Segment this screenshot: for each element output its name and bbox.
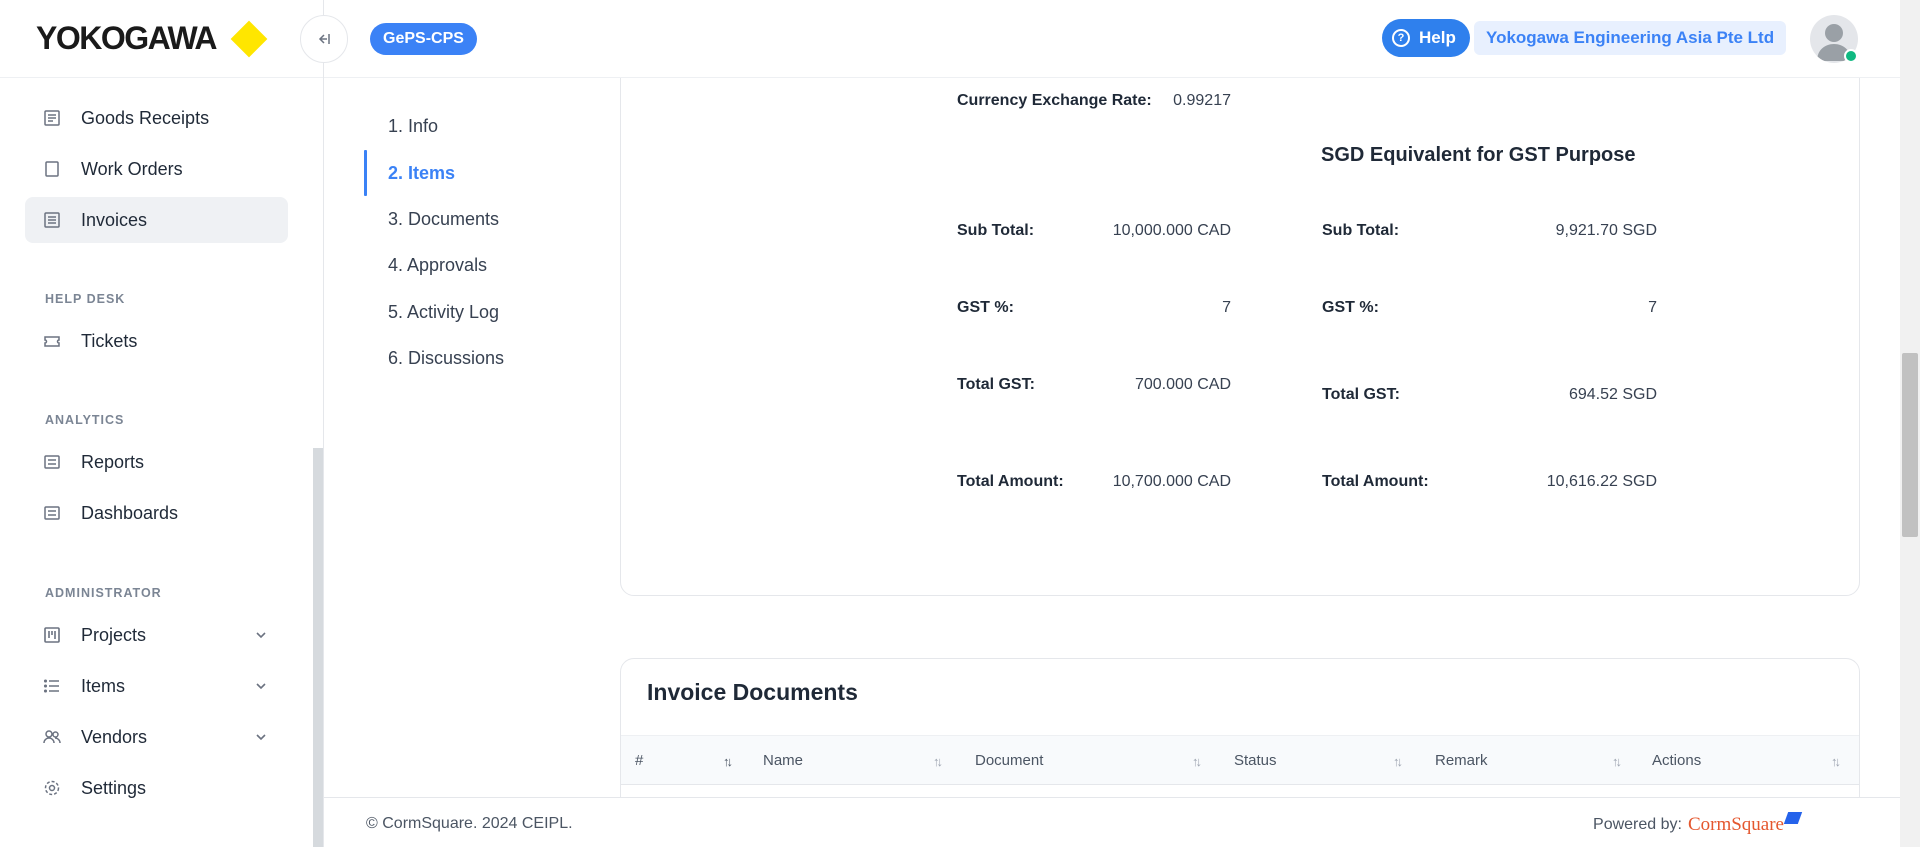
- sidebar-item-label: Items: [81, 675, 126, 696]
- sidebar-item-goods-receipts[interactable]: Goods Receipts: [25, 95, 288, 141]
- sort-icon[interactable]: ↑↓: [1393, 754, 1403, 769]
- column-header-actions[interactable]: Actions: [1652, 752, 1701, 769]
- column-header-remark[interactable]: Remark: [1435, 752, 1488, 769]
- gear-icon: [43, 779, 61, 797]
- total-gst-label: Total GST:: [957, 376, 1035, 393]
- column-header-number[interactable]: #: [635, 752, 643, 769]
- powered-by: Powered by: CormSquare: [1593, 812, 1803, 836]
- sidebar-item-settings[interactable]: Settings: [25, 765, 288, 811]
- sidebar-item-label: Settings: [81, 777, 147, 798]
- page-scrollbar-thumb[interactable]: [1902, 353, 1918, 537]
- cormsquare-logo-mark-icon: [1783, 812, 1803, 824]
- totals-card: Currency Exchange Rate: 0.99217 SGD Equi…: [620, 78, 1860, 596]
- app-name-badge[interactable]: GePS-CPS: [370, 23, 477, 55]
- total-gst-value: 700.000 CAD: [1134, 376, 1231, 393]
- documents-table-header: # ↑↓ Name ↑↓ Document ↑↓ Status ↑↓ Remar…: [621, 735, 1859, 785]
- sgd-total-amount-value: 10,616.22 SGD: [1546, 473, 1657, 490]
- gst-percent-value: 7: [1222, 299, 1231, 316]
- sidebar-item-label: Dashboards: [81, 502, 179, 523]
- sidebar-item-reports[interactable]: Reports: [25, 439, 288, 485]
- step-info[interactable]: 1. Info: [388, 116, 438, 137]
- step-discussions[interactable]: 6. Discussions: [388, 348, 504, 369]
- sort-asc-icon[interactable]: ↑↓: [723, 754, 733, 769]
- section-title-administrator: ADMINISTRATOR: [45, 586, 162, 600]
- section-title-analytics: ANALYTICS: [45, 413, 125, 427]
- sgd-gst-percent-label: GST %:: [1322, 299, 1379, 316]
- sgd-gst-percent-value: 7: [1648, 299, 1657, 316]
- sidebar-item-items[interactable]: Items: [25, 663, 288, 709]
- total-amount-value: 10,700.000 CAD: [1112, 473, 1231, 490]
- sidebar-item-dashboards[interactable]: Dashboards: [25, 490, 288, 536]
- active-step-indicator: [364, 150, 367, 196]
- gst-percent-label: GST %:: [957, 299, 1014, 316]
- logo-text: YOKOGAWA: [36, 20, 218, 56]
- kanban-icon: [43, 626, 61, 644]
- list-icon: [43, 677, 61, 695]
- chevron-down-icon[interactable]: [254, 628, 268, 642]
- invoice-icon: [43, 211, 61, 229]
- sidebar-item-vendors[interactable]: Vendors: [25, 714, 288, 760]
- receipt-icon: [43, 109, 61, 127]
- step-approvals[interactable]: 4. Approvals: [388, 255, 487, 276]
- dashboard-icon: [43, 504, 61, 522]
- sort-icon[interactable]: ↑↓: [1192, 754, 1202, 769]
- sgd-total-gst-label: Total GST:: [1322, 386, 1400, 403]
- sort-icon[interactable]: ↑↓: [1831, 754, 1841, 769]
- copyright-text: © CormSquare. 2024 CEIPL.: [366, 815, 573, 832]
- sidebar-scrollbar[interactable]: [313, 448, 323, 847]
- sub-total-value: 10,000.000 CAD: [1112, 222, 1231, 239]
- users-icon: [43, 728, 61, 746]
- chevron-down-icon[interactable]: [254, 679, 268, 693]
- footer: © CormSquare. 2024 CEIPL. Powered by: Co…: [324, 797, 1900, 847]
- top-header: GePS-CPS ? Help Yokogawa Engineering Asi…: [300, 0, 1900, 78]
- sidebar-item-label: Work Orders: [81, 158, 183, 179]
- logo[interactable]: YOKOGAWA: [0, 0, 323, 78]
- column-header-document[interactable]: Document: [975, 752, 1043, 769]
- logo-diamond-icon: [230, 20, 268, 57]
- step-activity-log[interactable]: 5. Activity Log: [388, 302, 499, 323]
- column-header-status[interactable]: Status: [1234, 752, 1277, 769]
- collapse-sidebar-button[interactable]: [300, 15, 348, 63]
- question-icon: ?: [1392, 29, 1410, 47]
- sidebar-item-label: Reports: [81, 451, 145, 472]
- cormsquare-logo[interactable]: CormSquare: [1688, 814, 1784, 836]
- help-button[interactable]: ? Help: [1382, 19, 1470, 57]
- online-status-dot: [1844, 49, 1858, 63]
- sidebar-item-projects[interactable]: Projects: [25, 612, 288, 658]
- sidebar-item-invoices[interactable]: Invoices: [25, 197, 288, 243]
- step-items[interactable]: 2. Items: [388, 163, 455, 184]
- report-icon: [43, 453, 61, 471]
- sgd-sub-total-label: Sub Total:: [1322, 222, 1400, 239]
- gst-section-title: SGD Equivalent for GST Purpose: [1321, 144, 1636, 166]
- invoice-documents-title: Invoice Documents: [647, 679, 858, 705]
- sgd-total-gst-value: 694.52 SGD: [1568, 386, 1657, 403]
- column-header-name[interactable]: Name: [763, 752, 803, 769]
- company-selector[interactable]: Yokogawa Engineering Asia Pte Ltd: [1474, 21, 1787, 55]
- sidebar: YOKOGAWA Goods Receipts Work Orders Invo…: [0, 0, 324, 847]
- document-icon: [43, 160, 61, 178]
- sidebar-item-label: Tickets: [81, 330, 138, 351]
- step-documents[interactable]: 3. Documents: [388, 209, 499, 230]
- section-title-help-desk: HELP DESK: [45, 292, 126, 306]
- powered-by-label: Powered by:: [1593, 816, 1682, 833]
- sgd-sub-total-value: 9,921.70 SGD: [1555, 222, 1657, 239]
- sidebar-item-label: Projects: [81, 624, 147, 645]
- ticket-icon: [43, 332, 61, 350]
- sort-icon[interactable]: ↑↓: [933, 754, 943, 769]
- chevron-down-icon[interactable]: [254, 730, 268, 744]
- sort-icon[interactable]: ↑↓: [1612, 754, 1622, 769]
- sidebar-item-label: Invoices: [81, 209, 148, 230]
- sgd-total-amount-label: Total Amount:: [1322, 473, 1429, 490]
- exchange-rate-value: 0.99217: [1173, 92, 1231, 109]
- invoice-documents-card: Invoice Documents # ↑↓ Name ↑↓ Document …: [620, 658, 1860, 797]
- help-label: Help: [1419, 28, 1456, 47]
- collapse-left-icon: [318, 34, 330, 44]
- sidebar-item-work-orders[interactable]: Work Orders: [25, 146, 288, 192]
- sub-total-label: Sub Total:: [957, 222, 1035, 239]
- sidebar-item-label: Vendors: [81, 726, 148, 747]
- sidebar-item-tickets[interactable]: Tickets: [25, 318, 288, 364]
- sidebar-item-label: Goods Receipts: [81, 107, 210, 128]
- main-content: 1. Info 2. Items 3. Documents 4. Approva…: [324, 78, 1900, 797]
